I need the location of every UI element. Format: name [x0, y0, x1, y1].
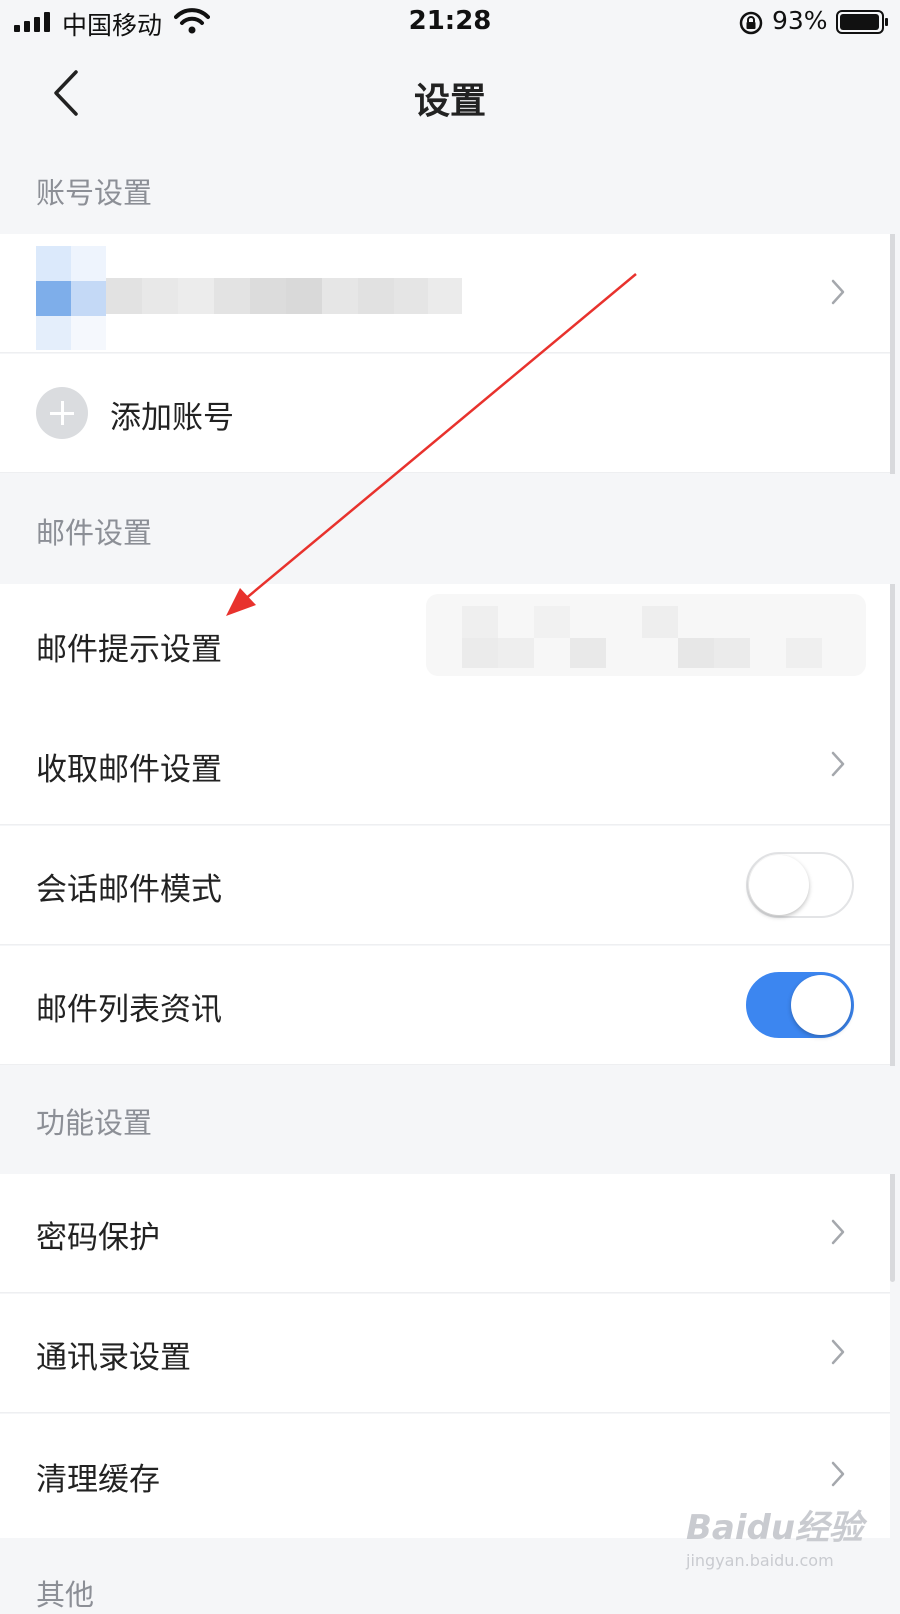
navigation-bar: 设置 [0, 46, 900, 142]
clear-cache-label: 清理缓存 [36, 1462, 160, 1498]
receive-mail-settings-row[interactable]: 收取邮件设置 [0, 706, 890, 825]
chevron-right-icon [831, 1339, 845, 1365]
toggle-knob [791, 975, 851, 1035]
chevron-right-icon [831, 279, 845, 305]
mail-list-info-row: 邮件列表资讯 [0, 946, 890, 1065]
contacts-settings-row[interactable]: 通讯录设置 [0, 1294, 890, 1413]
mail-list-info-toggle[interactable] [746, 972, 854, 1038]
account-email-redacted [106, 278, 462, 314]
section-title-other: 其他 [36, 1578, 95, 1612]
battery-icon [836, 10, 888, 34]
page-title: 设置 [413, 81, 486, 122]
section-header-account: 账号设置 [0, 142, 900, 234]
section-header-features: 功能设置 [0, 1066, 900, 1174]
clock-time: 21:28 [408, 6, 492, 36]
password-protection-row[interactable]: 密码保护 [0, 1174, 890, 1293]
section-title-mail: 邮件设置 [36, 516, 153, 550]
baidu-watermark: Baidu经验 jingyan.baidu.com [686, 1500, 863, 1570]
chevron-right-icon [831, 1461, 845, 1487]
receive-mail-settings-label: 收取邮件设置 [36, 752, 222, 788]
contacts-settings-label: 通讯录设置 [36, 1340, 191, 1376]
status-bar: 中国移动 21:28 93% [0, 0, 900, 46]
mail-list-info-label: 邮件列表资讯 [36, 992, 222, 1028]
section-title-account: 账号设置 [36, 176, 153, 210]
conversation-mode-label: 会话邮件模式 [36, 872, 222, 908]
battery-percentage: 93% [772, 6, 828, 35]
section-header-mail: 邮件设置 [0, 474, 900, 584]
redacted-mosaic [426, 594, 866, 676]
chevron-right-icon [831, 751, 845, 777]
toggle-knob [749, 855, 809, 915]
password-protection-label: 密码保护 [36, 1220, 160, 1256]
conversation-mode-row: 会话邮件模式 [0, 826, 890, 945]
plus-circle-icon [36, 387, 88, 439]
add-account-row[interactable]: 添加账号 [0, 354, 890, 473]
add-account-label: 添加账号 [110, 400, 234, 436]
avatar [36, 246, 106, 350]
chevron-right-icon [831, 1219, 845, 1245]
section-title-features: 功能设置 [36, 1106, 153, 1140]
account-row[interactable] [0, 234, 890, 353]
mail-notify-settings-label: 邮件提示设置 [36, 632, 222, 668]
watermark-url: jingyan.baidu.com [686, 1551, 834, 1570]
conversation-mode-toggle[interactable] [746, 852, 854, 918]
watermark-logo: Baidu经验 [686, 1508, 864, 1548]
rotation-lock-icon [739, 11, 763, 35]
